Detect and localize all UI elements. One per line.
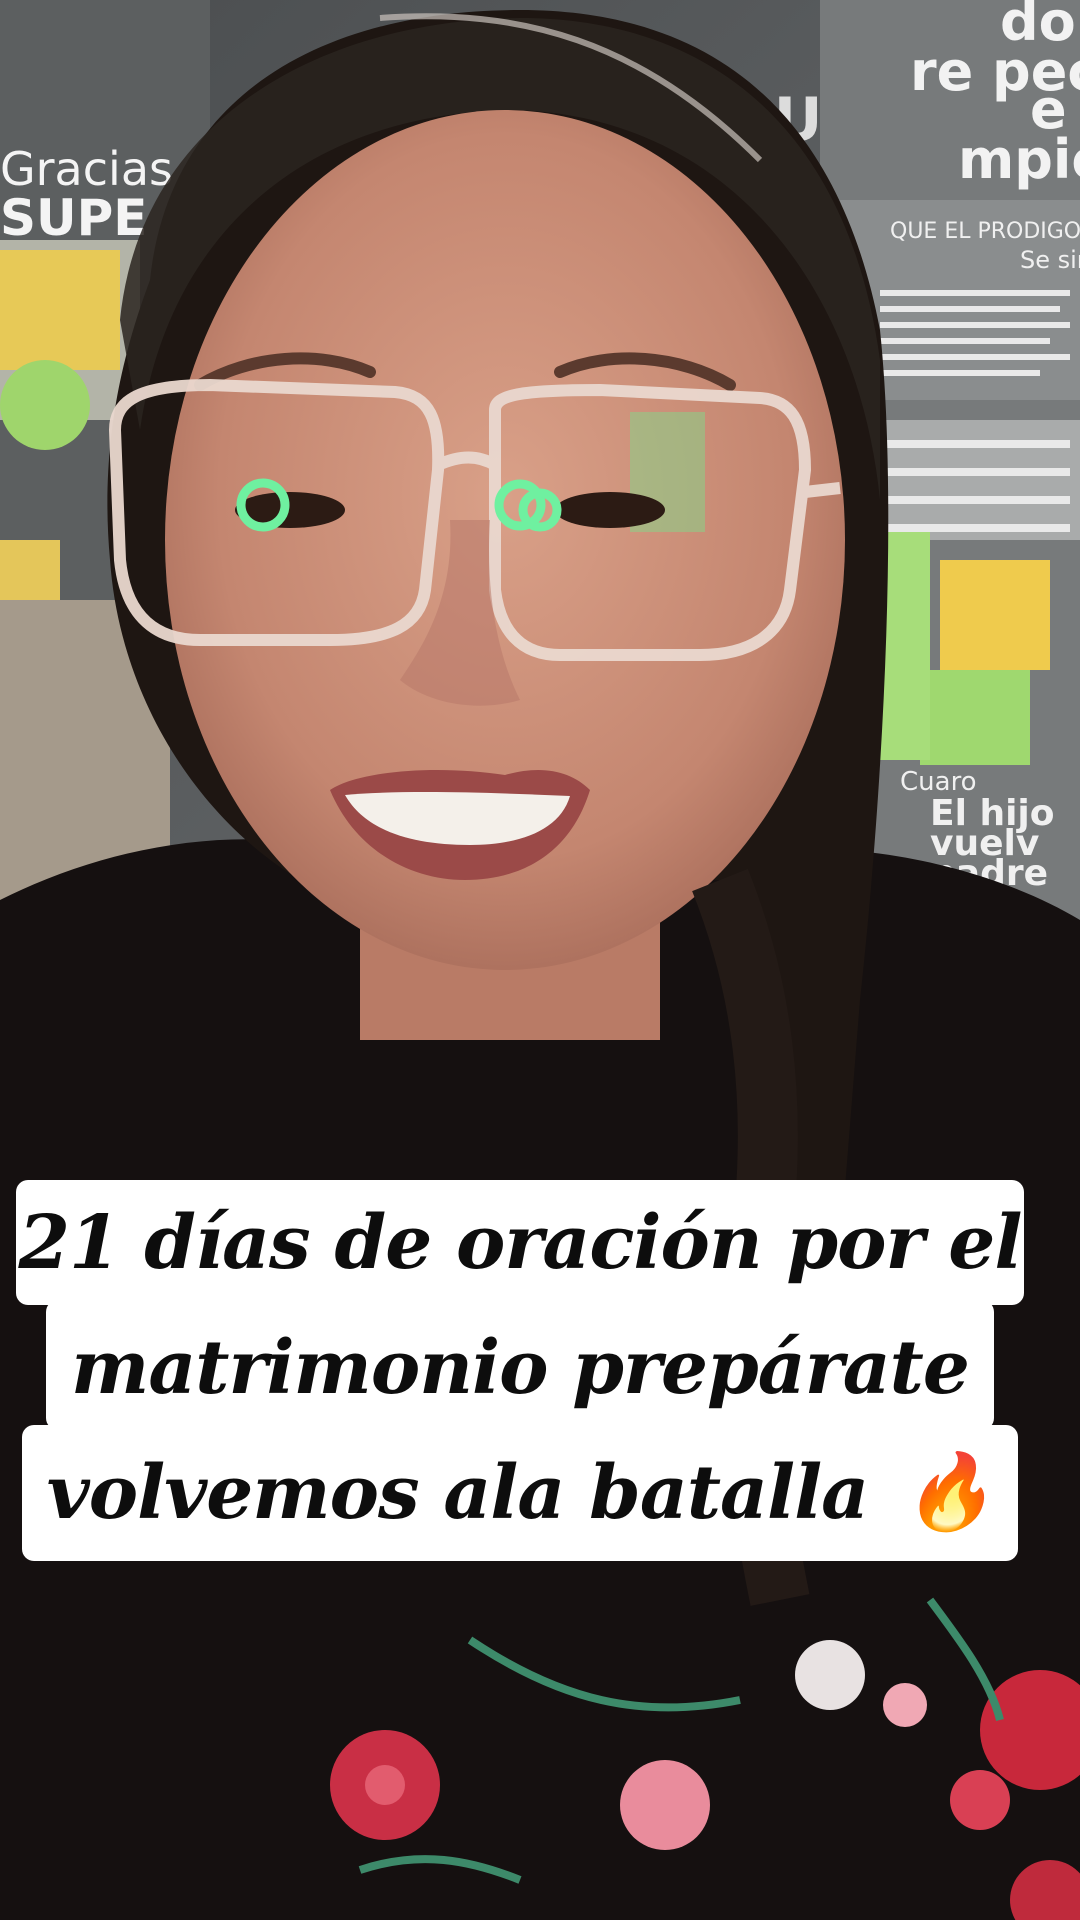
caption-line-2: matrimonio prepárate xyxy=(71,1324,970,1411)
fire-icon: 🔥 xyxy=(902,1449,994,1535)
video-caption: 21 días de oración por el matrimonio pre… xyxy=(0,1180,1080,1560)
sticky-note-yellow-right xyxy=(940,560,1050,670)
sticky-note-yellow-left xyxy=(0,250,120,370)
poster-text-left-2: SUPE xyxy=(0,189,147,247)
caption-line-3: volvemos ala batalla 🔥 xyxy=(46,1449,995,1536)
video-frame: do el re peco, e mpió. Gracias a SUPE BU… xyxy=(0,0,1080,1920)
right-eye xyxy=(555,492,665,528)
poster-text-top-right-4: mpió. xyxy=(958,128,1080,191)
poster-card-sub: Se sin xyxy=(1020,246,1080,274)
poster-card-title: QUE EL PRODIGO xyxy=(890,219,1080,244)
caption-line-1: 21 días de oración por el xyxy=(18,1199,1023,1286)
sticky-note-green-right xyxy=(920,670,1030,765)
sticky-note-green-left xyxy=(0,360,90,450)
